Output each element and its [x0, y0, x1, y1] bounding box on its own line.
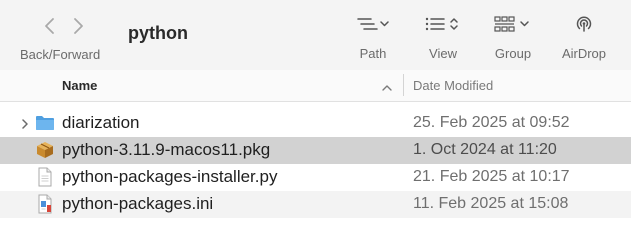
sort-ascending-icon[interactable]	[381, 80, 393, 91]
file-row-installer-py[interactable]: python-packages-installer.py 21. Feb 202…	[0, 164, 631, 191]
airdrop-label: AirDrop	[561, 46, 607, 61]
file-date: 1. Oct 2024 at 11:20	[413, 141, 557, 158]
file-row-python-pkg[interactable]: python-3.11.9-macos11.pkg 1. Oct 2024 at…	[0, 137, 631, 164]
file-name: python-packages-installer.py	[62, 167, 278, 186]
disclosure-triangle-icon[interactable]	[20, 117, 30, 129]
file-name: python-3.11.9-macos11.pkg	[62, 140, 271, 159]
file-name: diarization	[62, 113, 140, 132]
back-forward-buttons	[40, 15, 100, 37]
file-date: 21. Feb 2025 at 10:17	[413, 168, 570, 185]
ini-file-icon	[35, 194, 55, 214]
file-name: python-packages.ini	[62, 194, 214, 213]
name-column-header[interactable]: Name	[62, 78, 97, 93]
folder-title: python	[128, 23, 188, 43]
file-row-diarization[interactable]: diarization 25. Feb 2025 at 09:52	[0, 110, 631, 137]
view-list-icon	[424, 15, 462, 38]
path-button[interactable]: Path	[350, 12, 396, 64]
column-header: Name Date Modified	[0, 70, 631, 102]
group-label: Group	[494, 46, 532, 61]
file-date: 11. Feb 2025 at 15:08	[413, 195, 569, 212]
airdrop-icon	[573, 13, 595, 40]
document-icon	[35, 167, 55, 187]
group-button[interactable]: Group	[490, 12, 536, 64]
back-chevron-icon[interactable]	[40, 15, 60, 37]
forward-chevron-icon[interactable]	[68, 15, 88, 37]
date-modified-column-header[interactable]: Date Modified	[413, 78, 493, 93]
package-icon	[35, 140, 55, 160]
file-list: diarization 25. Feb 2025 at 09:52 python…	[0, 110, 631, 218]
view-label: View	[429, 46, 457, 61]
column-divider[interactable]	[403, 74, 404, 96]
file-date: 25. Feb 2025 at 09:52	[413, 114, 570, 131]
path-list-icon	[356, 16, 390, 37]
path-label: Path	[359, 46, 387, 61]
group-grid-icon	[494, 15, 532, 38]
folder-icon	[35, 113, 55, 133]
airdrop-button[interactable]: AirDrop	[554, 12, 614, 64]
finder-toolbar: Back/Forward python Path View Group AirD…	[0, 0, 631, 71]
back-forward-label: Back/Forward	[20, 47, 101, 62]
view-button[interactable]: View	[420, 12, 466, 64]
file-row-packages-ini[interactable]: python-packages.ini 11. Feb 2025 at 15:0…	[0, 191, 631, 218]
